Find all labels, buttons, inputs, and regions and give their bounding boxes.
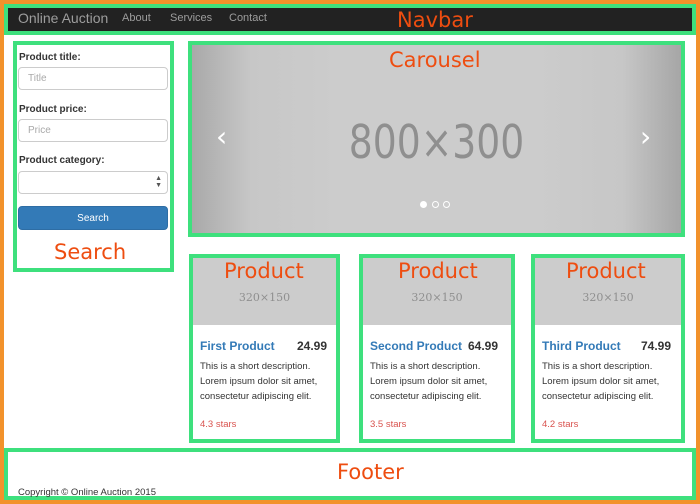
footer-copyright: Copyright © Online Auction 2015	[18, 487, 156, 498]
product-thumbnail-text-3: 320×150	[582, 291, 634, 304]
product-price-1: 24.99	[297, 339, 328, 353]
product-rating-1: 4.3 stars	[200, 419, 237, 430]
search-zone-label: Search	[54, 240, 127, 264]
product-title-input[interactable]	[18, 67, 168, 90]
product-description-1: This is a short description. Lorem ipsum…	[200, 361, 318, 402]
product-description-2: This is a short description. Lorem ipsum…	[370, 361, 488, 402]
product-price-2: 64.99	[468, 339, 499, 353]
product-title-1[interactable]: First Product	[200, 339, 275, 353]
select-arrows-icon: ▲ ▼	[155, 175, 162, 189]
product-category-select[interactable]: ▲ ▼	[18, 171, 168, 194]
product-price-label: Product price:	[19, 104, 87, 115]
product-zone-label-3: Product	[566, 259, 646, 283]
product-category-label: Product category:	[19, 155, 105, 166]
product-description-3: This is a short description. Lorem ipsum…	[542, 361, 660, 402]
product-title-label: Product title:	[19, 52, 81, 63]
product-rating-3: 4.2 stars	[542, 419, 579, 430]
product-thumbnail-text-1: 320×150	[238, 291, 291, 304]
product-title-2[interactable]: Second Product	[370, 339, 462, 353]
footer-zone-label: Footer	[337, 460, 404, 484]
product-rating-2: 3.5 stars	[370, 419, 407, 430]
product-zone-label-2: Product	[398, 259, 478, 283]
navbar-zone	[4, 4, 696, 35]
navbar-zone-label: Navbar	[397, 8, 473, 32]
search-button[interactable]: Search	[18, 206, 168, 230]
product-title-3[interactable]: Third Product	[542, 339, 621, 353]
product-thumbnail-text-2: 320×150	[411, 291, 463, 304]
product-price-3: 74.99	[641, 339, 672, 353]
product-price-input[interactable]	[18, 119, 168, 142]
carousel-zone-label: Carousel	[389, 48, 481, 72]
product-zone-label-1: Product	[224, 259, 304, 283]
